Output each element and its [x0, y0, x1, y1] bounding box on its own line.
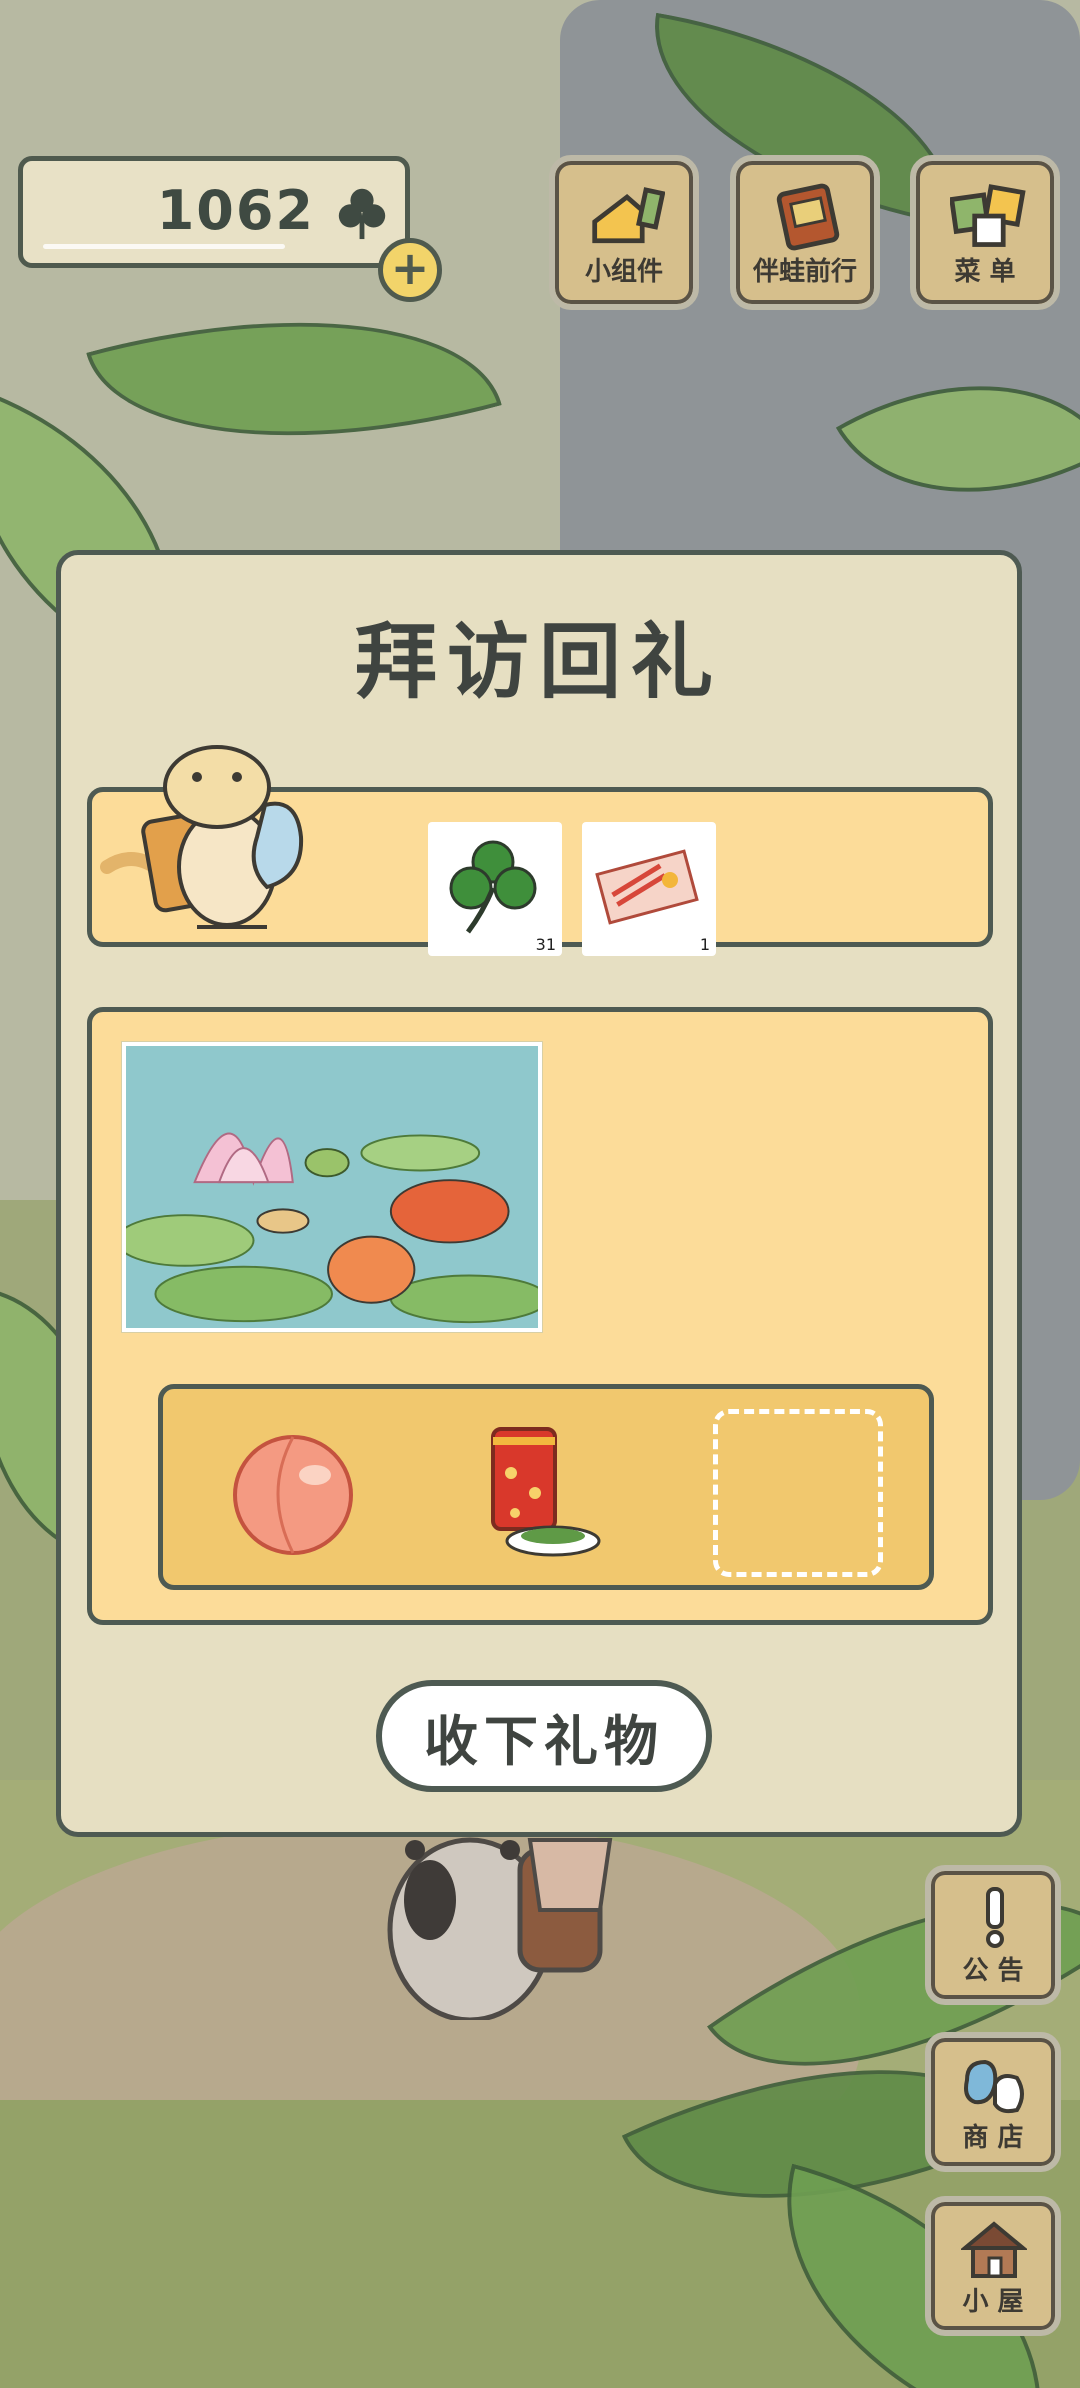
- ticket-quantity: 1: [699, 935, 710, 954]
- widget-label: 小组件: [584, 257, 663, 287]
- visit-gift-dialog: 拜访回礼 31 1 收下礼物: [56, 550, 1022, 1837]
- reward-clover: 31: [428, 822, 562, 956]
- shop-label: 商 店: [962, 2123, 1024, 2153]
- clover-icon: [338, 188, 386, 240]
- clover-icon: [449, 840, 537, 934]
- notice-label: 公 告: [962, 1956, 1024, 1986]
- menu-button[interactable]: 菜 单: [910, 155, 1060, 310]
- house-icon: [961, 2221, 1027, 2278]
- empty-food-slot[interactable]: [713, 1409, 883, 1577]
- accept-gift-label: 收下礼物: [424, 1709, 664, 1773]
- dialog-title: 拜访回礼: [354, 615, 723, 710]
- journey-label: 伴蛙前行: [752, 257, 857, 287]
- widget-icon: [592, 187, 665, 244]
- house-label: 小 屋: [962, 2287, 1024, 2317]
- widget-button[interactable]: 小组件: [549, 155, 699, 310]
- notice-button[interactable]: 公 告: [925, 1865, 1061, 2005]
- exclamation-icon: [986, 1887, 1004, 1948]
- accept-gift-button[interactable]: 收下礼物: [376, 1680, 712, 1792]
- journal-icon: [776, 183, 840, 251]
- travel-photo[interactable]: [122, 1042, 542, 1332]
- shop-bags-icon: [964, 2059, 1024, 2114]
- lizard-visitor-icon: [100, 745, 304, 929]
- shop-button[interactable]: 商 店: [925, 2032, 1061, 2172]
- clover-quantity: 31: [535, 935, 556, 954]
- clover-counter: 1062: [18, 156, 410, 268]
- journey-button[interactable]: 伴蛙前行: [730, 155, 880, 310]
- gift-panel: [87, 1007, 993, 1625]
- food-tray: [158, 1384, 934, 1590]
- plus-icon: +: [390, 241, 430, 295]
- menu-label: 菜 单: [954, 257, 1016, 287]
- ticket-icon: [595, 849, 699, 925]
- hamster-character: [387, 1837, 613, 2020]
- add-clover-button[interactable]: +: [378, 238, 442, 302]
- peach-icon[interactable]: [223, 1423, 363, 1563]
- house-button[interactable]: 小 屋: [925, 2196, 1061, 2336]
- reward-ticket: 1: [582, 822, 716, 956]
- lotus-pond-photo: [126, 1046, 538, 1328]
- clover-count: 1062: [156, 179, 315, 242]
- tea-can-icon[interactable]: [463, 1423, 603, 1563]
- menu-cards-icon: [950, 184, 1026, 247]
